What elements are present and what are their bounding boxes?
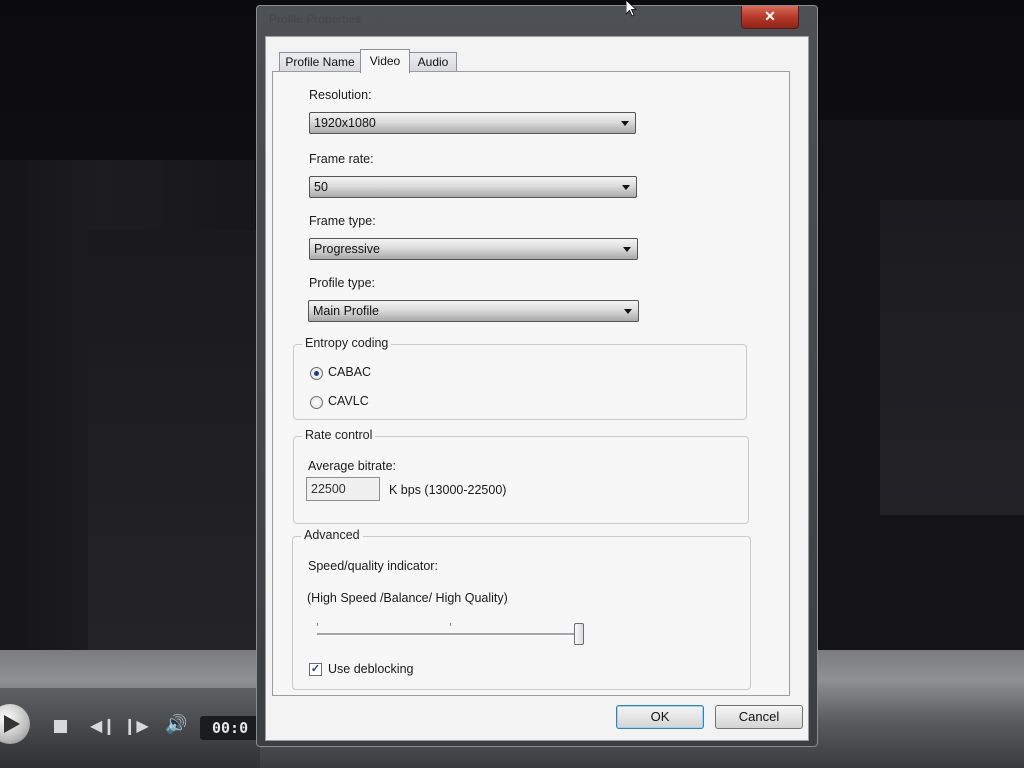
speed-quality-label: Speed/quality indicator: (308, 559, 438, 573)
average-bitrate-input[interactable]: 22500 (306, 477, 380, 501)
rate-control-title: Rate control (302, 428, 376, 442)
resolution-label: Resolution: (309, 88, 372, 102)
video-tab-panel: Resolution: 1920x1080 Frame rate: 50 Fra… (272, 71, 790, 696)
mouse-cursor-icon (625, 0, 638, 18)
use-deblocking-label[interactable]: Use deblocking (328, 662, 413, 676)
chevron-down-icon (623, 247, 631, 252)
profile-type-dropdown[interactable]: Main Profile (308, 300, 639, 322)
profile-dialog: Profile Properties ✕ Profile Name Video … (256, 5, 818, 747)
bitrate-unit-label: K bps (13000-22500) (389, 483, 507, 497)
cabac-label[interactable]: CABAC (328, 365, 371, 379)
resolution-value: 1920x1080 (314, 116, 376, 130)
ok-button[interactable]: OK (616, 705, 704, 729)
slider-tick (450, 623, 451, 626)
advanced-title: Advanced (301, 528, 363, 542)
frame-rate-dropdown[interactable]: 50 (309, 176, 637, 198)
speed-quality-slider-thumb[interactable] (574, 623, 584, 645)
cavlc-radio[interactable] (310, 396, 323, 409)
stop-icon[interactable] (54, 720, 67, 733)
entropy-coding-title: Entropy coding (302, 336, 392, 350)
dialog-title: Profile Properties (269, 12, 362, 26)
dialog-client-area: Profile Name Video Audio Resolution: 192… (265, 36, 809, 741)
chevron-down-icon (621, 121, 629, 126)
chevron-down-icon (622, 185, 630, 190)
cavlc-label[interactable]: CAVLC (328, 394, 369, 408)
tab-profile-name[interactable]: Profile Name (279, 52, 361, 72)
resolution-dropdown[interactable]: 1920x1080 (309, 112, 636, 134)
close-button[interactable]: ✕ (741, 6, 799, 29)
volume-icon[interactable]: 🔊 (165, 714, 187, 735)
use-deblocking-checkbox[interactable]: ✓ (309, 663, 322, 676)
frame-type-dropdown[interactable]: Progressive (309, 238, 638, 260)
cancel-button[interactable]: Cancel (715, 705, 803, 729)
frame-type-label: Frame type: (309, 214, 376, 228)
frame-type-value: Progressive (314, 242, 380, 256)
profile-type-value: Main Profile (313, 304, 379, 318)
background-panel (880, 200, 1024, 515)
next-frame-icon[interactable]: ❙▶ (123, 716, 149, 735)
frame-rate-value: 50 (314, 180, 328, 194)
cabac-radio[interactable] (310, 367, 323, 380)
slider-tick (317, 623, 318, 626)
background-video-frame (88, 230, 258, 650)
advanced-group: Advanced Speed/quality indicator: (High … (292, 528, 751, 690)
speed-quality-slider-track[interactable] (317, 633, 583, 636)
tab-video[interactable]: Video (360, 49, 410, 73)
chevron-down-icon (624, 309, 632, 314)
previous-frame-icon[interactable]: ◀❙ (90, 716, 116, 735)
average-bitrate-label: Average bitrate: (308, 459, 397, 473)
rate-control-group: Rate control Average bitrate: 22500 K bp… (293, 428, 749, 524)
entropy-coding-group: Entropy coding CABAC CAVLC (293, 336, 747, 420)
frame-rate-label: Frame rate: (309, 152, 374, 166)
tab-audio[interactable]: Audio (409, 52, 457, 72)
speed-quality-scale-label: (High Speed /Balance/ High Quality) (307, 591, 508, 605)
profile-type-label: Profile type: (309, 276, 376, 290)
